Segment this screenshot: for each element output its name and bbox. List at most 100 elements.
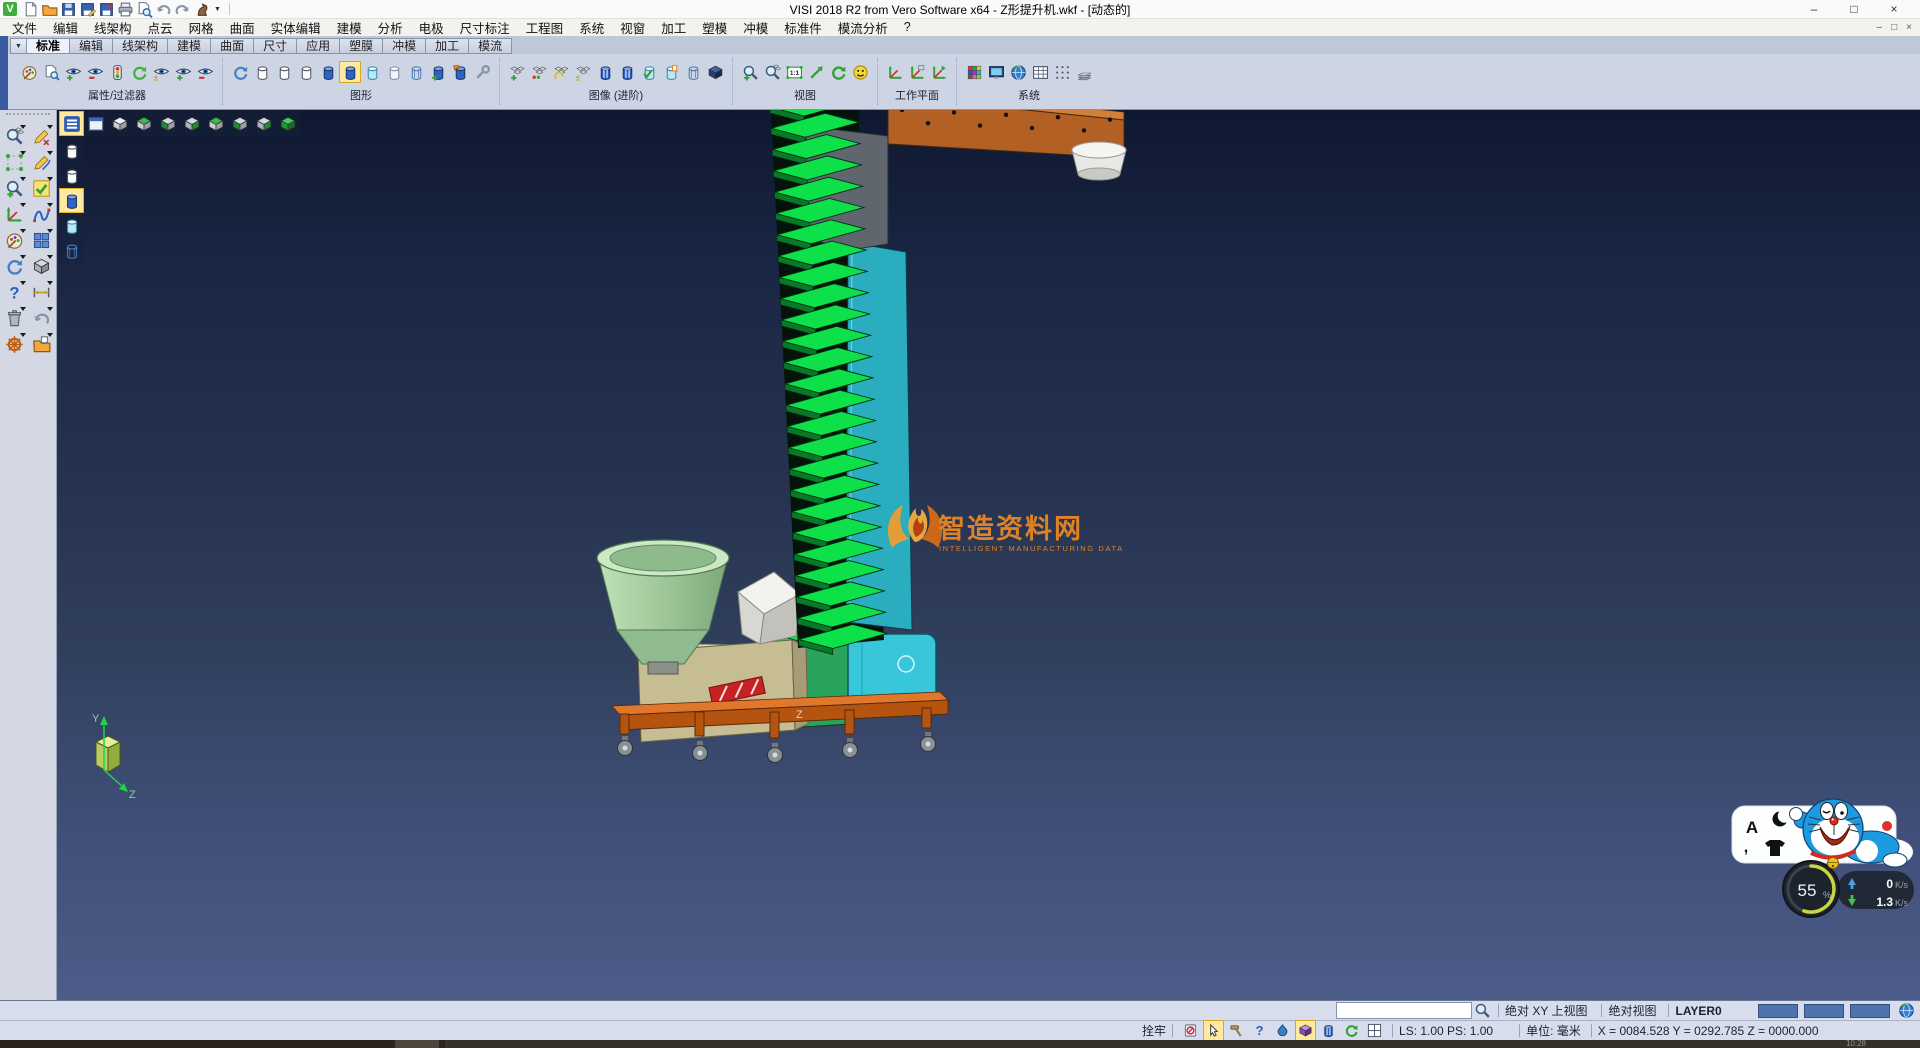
- open-part-icon[interactable]: [29, 332, 54, 357]
- qat-options-icon[interactable]: ▼: [210, 6, 225, 13]
- world-settings-icon[interactable]: [1008, 62, 1028, 82]
- journal-icon[interactable]: [1181, 1021, 1200, 1040]
- viewports-icon[interactable]: [29, 228, 54, 253]
- zoom-1-1-icon[interactable]: 1:1: [784, 62, 804, 82]
- solid-blue-1-icon[interactable]: [595, 62, 615, 82]
- view-shaded-green-icon[interactable]: [276, 112, 299, 135]
- measure-distance-icon[interactable]: [29, 280, 54, 305]
- menu-item-mold[interactable]: 塑模: [694, 18, 735, 37]
- percent-gauge[interactable]: 55 %: [1783, 861, 1839, 917]
- entity-info-icon[interactable]: ?: [2, 280, 27, 305]
- menu-item-dimension[interactable]: 尺寸标注: [452, 18, 518, 37]
- display-wire-shade-icon[interactable]: [60, 239, 83, 262]
- lock-label[interactable]: 拴牢: [1142, 1022, 1166, 1039]
- search-icon[interactable]: [1472, 1001, 1492, 1021]
- menu-item-electrode[interactable]: 电极: [411, 18, 452, 37]
- graphics-viewport[interactable]: Z Y Z 智造资料网 INTELLIGENT MANUFACT: [57, 110, 1920, 1000]
- solid-wire-icon[interactable]: [683, 62, 703, 82]
- menu-item-point-cloud[interactable]: 点云: [140, 18, 181, 37]
- menu-item-analysis[interactable]: 分析: [370, 18, 411, 37]
- menu-item-edit[interactable]: 编辑: [45, 18, 86, 37]
- view-front-icon[interactable]: [156, 112, 179, 135]
- point-grid-icon[interactable]: [1052, 62, 1072, 82]
- layer-white-icon[interactable]: [384, 62, 404, 82]
- menu-item-flow-analysis[interactable]: 模流分析: [830, 18, 896, 37]
- color-table-icon[interactable]: [964, 62, 984, 82]
- layer-empty-3-icon[interactable]: [296, 62, 316, 82]
- spin-mode-icon[interactable]: [1342, 1021, 1361, 1040]
- units-indicator[interactable]: 单位: 毫米: [1526, 1022, 1581, 1039]
- display-hidden-line-icon[interactable]: [60, 164, 83, 187]
- tab-press[interactable]: 冲模: [382, 38, 426, 54]
- view-mode-indicator[interactable]: 绝对 XY 上视图: [1505, 1002, 1587, 1019]
- erase-sketch-icon[interactable]: [29, 124, 54, 149]
- viewport-canvas[interactable]: Z Y Z 智造资料网 INTELLIGENT MANUFACT: [57, 110, 1920, 1000]
- solid-toggle-icon[interactable]: ±: [573, 62, 593, 82]
- zoom-extend-icon[interactable]: [806, 62, 826, 82]
- delete-entities-icon[interactable]: [2, 306, 27, 331]
- menu-item-wireframe[interactable]: 线架构: [86, 18, 140, 37]
- rotate-view-icon[interactable]: [828, 62, 848, 82]
- workplane-edit-icon[interactable]: [929, 62, 949, 82]
- save-file-icon[interactable]: [60, 1, 77, 18]
- edit-spline-icon[interactable]: [29, 150, 54, 175]
- menu-item-press[interactable]: 冲模: [735, 18, 776, 37]
- scale-indicator[interactable]: LS: 1.00 PS: 1.00: [1399, 1024, 1493, 1038]
- show-all-icon[interactable]: [173, 62, 193, 82]
- zoom-window-icon[interactable]: [2, 150, 27, 175]
- app-logo-icon[interactable]: V: [3, 2, 17, 16]
- ime-punct[interactable]: ,: [1744, 839, 1748, 856]
- pick-filter-icon[interactable]: [1204, 1021, 1223, 1040]
- active-layer-indicator[interactable]: LAYER0: [1675, 1004, 1721, 1018]
- view-search-icon[interactable]: [2, 124, 27, 149]
- solid-validate-icon[interactable]: [639, 62, 659, 82]
- filter-refresh-icon[interactable]: [129, 62, 149, 82]
- regen-icon[interactable]: [230, 62, 250, 82]
- navigation-wheel-icon[interactable]: [2, 332, 27, 357]
- model-column[interactable]: [770, 110, 912, 655]
- open-file-icon[interactable]: [41, 1, 58, 18]
- view-iso-1-icon[interactable]: [204, 112, 227, 135]
- attribute-painter-icon[interactable]: [19, 62, 39, 82]
- snap-mode-icon[interactable]: [1273, 1021, 1292, 1040]
- globe-icon[interactable]: [1896, 1001, 1916, 1021]
- quick-help-icon[interactable]: ?: [1250, 1021, 1269, 1040]
- layer-wire-icon[interactable]: [406, 62, 426, 82]
- view-iso-white-icon[interactable]: [108, 112, 131, 135]
- menu-item-system[interactable]: 系统: [571, 18, 612, 37]
- layer-blue-icon[interactable]: [318, 62, 338, 82]
- search-input[interactable]: [1336, 1002, 1472, 1019]
- zoom-selected-icon[interactable]: [762, 62, 782, 82]
- tab-wireframe[interactable]: 线架构: [112, 38, 168, 54]
- mdi-minimize-button[interactable]: –: [1877, 22, 1883, 33]
- solid-show-icon[interactable]: [507, 62, 527, 82]
- regenerate-icon[interactable]: [2, 254, 27, 279]
- zoom-dynamic-icon[interactable]: [2, 176, 27, 201]
- redo-icon[interactable]: [174, 1, 191, 18]
- viewport-menu-icon[interactable]: [60, 112, 83, 135]
- tab-edit[interactable]: 编辑: [69, 38, 113, 54]
- menu-item-standard-parts[interactable]: 标准件: [776, 18, 830, 37]
- print-preview-icon[interactable]: [136, 1, 153, 18]
- solid-traffic-icon[interactable]: [529, 62, 549, 82]
- net-speed-panel[interactable]: 0 K/s 1.3 K/s: [1837, 871, 1914, 909]
- render-mode-icon[interactable]: [1319, 1021, 1338, 1040]
- spline-tools-icon[interactable]: [29, 202, 54, 227]
- close-button[interactable]: ×: [1874, 0, 1914, 18]
- shaded-window-icon[interactable]: [84, 112, 107, 135]
- menu-item-surface[interactable]: 曲面: [222, 18, 263, 37]
- tab-modeling[interactable]: 建模: [167, 38, 211, 54]
- display-ghost-icon[interactable]: [60, 214, 83, 237]
- model-boom[interactable]: [888, 110, 1126, 180]
- layer-active-icon[interactable]: [340, 62, 360, 82]
- layer-settings-icon[interactable]: [472, 62, 492, 82]
- menu-item-solid-edit[interactable]: 实体编辑: [263, 18, 329, 37]
- macro-record-icon[interactable]: [193, 1, 210, 18]
- undo-view-icon[interactable]: [29, 306, 54, 331]
- mdi-close-button[interactable]: ×: [1906, 22, 1912, 33]
- layer-manager-icon[interactable]: [1074, 62, 1094, 82]
- visibility-toggle-icon[interactable]: ±: [151, 62, 171, 82]
- zoom-all-icon[interactable]: [740, 62, 760, 82]
- tab-mold[interactable]: 塑膜: [339, 38, 383, 54]
- render-quality-icon[interactable]: [850, 62, 870, 82]
